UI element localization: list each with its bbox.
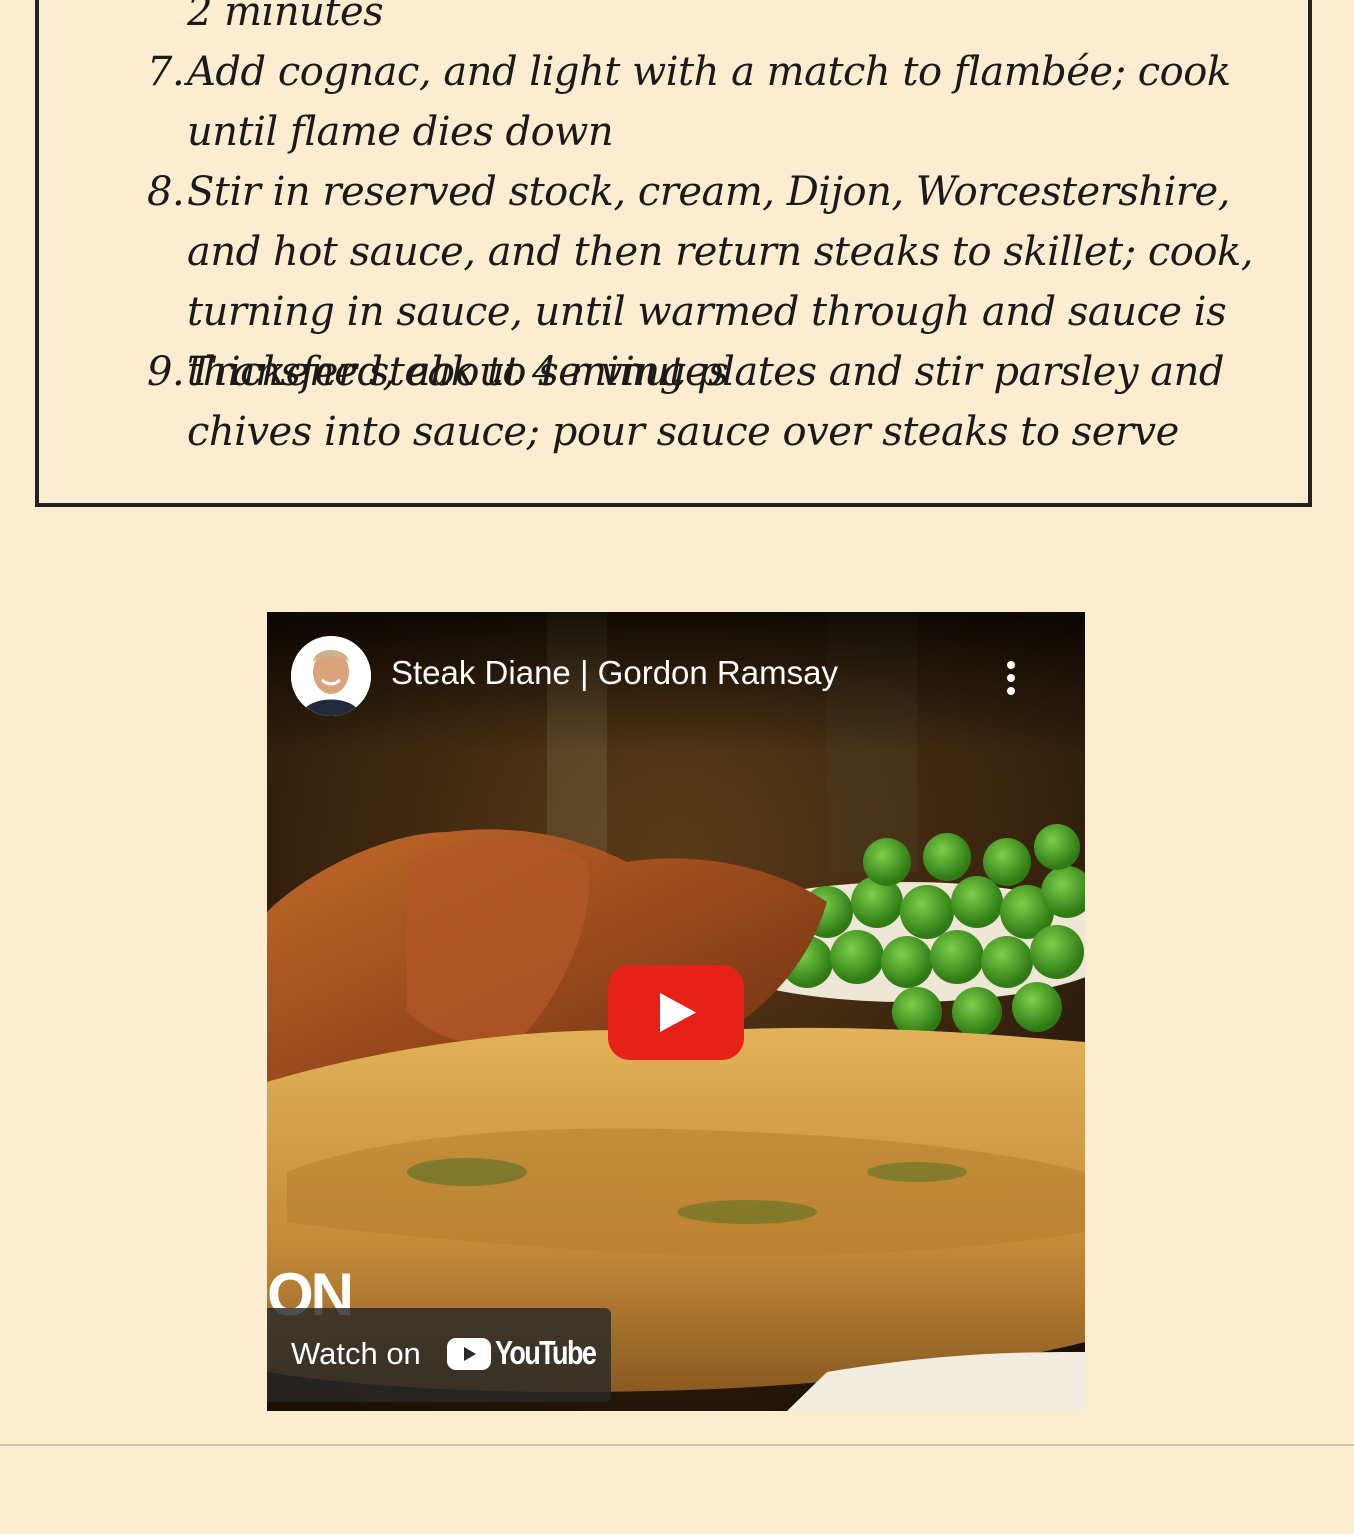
step-number: 8. [147, 169, 185, 215]
avatar-icon [291, 636, 371, 716]
recipe-instructions-box: 2 minutes 7. Add cognac, and light with … [35, 0, 1312, 507]
step-continuation: 2 minutes [187, 0, 384, 35]
recipe-step: 7. Add cognac, and light with a match to… [147, 42, 1267, 162]
play-icon[interactable] [608, 965, 744, 1060]
watch-on-label: Watch on [291, 1336, 421, 1371]
chef-avatar[interactable] [291, 636, 371, 716]
step-text: Transfer steak to serving plates and sti… [187, 349, 1224, 455]
youtube-wordmark: YouTube [495, 1334, 597, 1371]
step-number: 9. [147, 349, 185, 395]
step-number: 7. [147, 49, 185, 95]
watch-on-youtube-button[interactable]: Watch on YouTube [267, 1308, 611, 1402]
youtube-logo-icon [447, 1338, 491, 1370]
video-title[interactable]: Steak Diane | Gordon Ramsay [391, 654, 838, 692]
more-vertical-icon[interactable] [1001, 658, 1021, 698]
section-divider [0, 1444, 1354, 1446]
step-text: Add cognac, and light with a match to fl… [187, 49, 1231, 155]
youtube-embed[interactable]: Steak Diane | Gordon Ramsay ON Watch on … [267, 612, 1085, 1411]
recipe-step: 9. Transfer steak to serving plates and … [147, 342, 1267, 462]
